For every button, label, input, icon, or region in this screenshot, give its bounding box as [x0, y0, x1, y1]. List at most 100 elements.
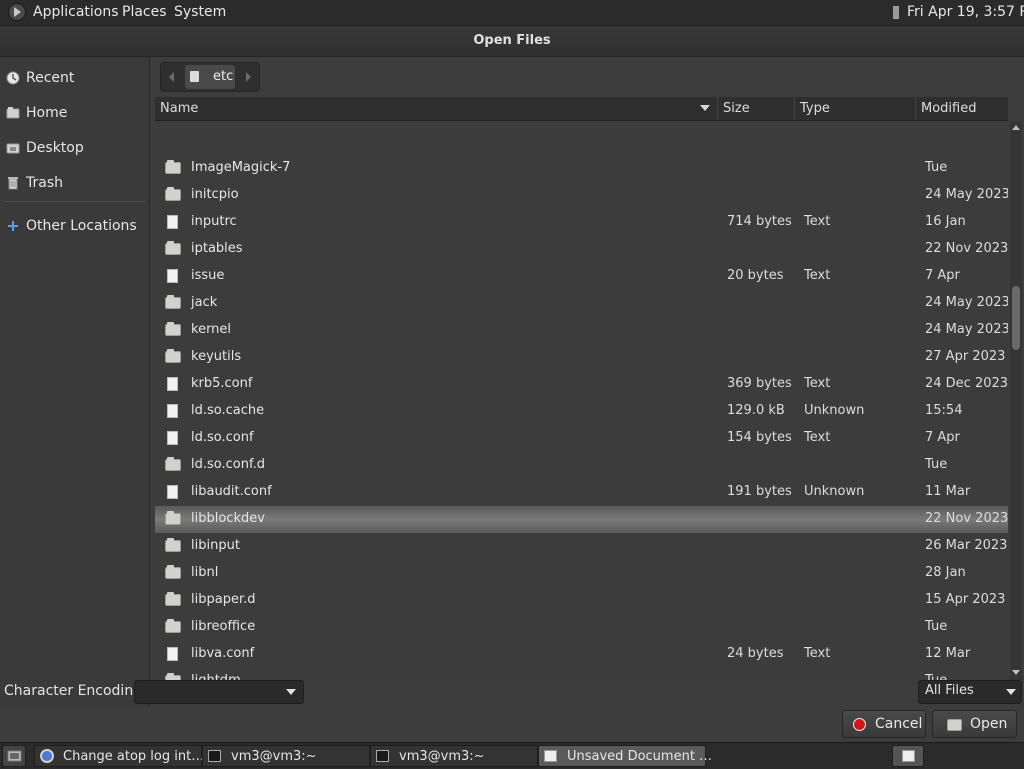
- cancel-button[interactable]: Cancel: [842, 710, 926, 738]
- file-row[interactable]: initcpio 24 May 2023: [155, 182, 1008, 209]
- file-icon: [167, 647, 178, 661]
- file-size: 24 bytes: [727, 646, 784, 661]
- path-segment-etc[interactable]: etc: [185, 65, 235, 89]
- taskbar-item-terminal-1[interactable]: vm3@vm3:~: [202, 745, 370, 767]
- taskbar-item-text-editor[interactable]: Unsaved Document …: [538, 745, 712, 767]
- top-panel: Applications Places System Fri Apr 19, 3…: [0, 0, 1024, 26]
- path-forward-button[interactable]: [237, 63, 259, 91]
- scroll-down-icon[interactable]: [1012, 670, 1020, 675]
- file-modified: 24 Dec 2023: [925, 376, 1008, 391]
- file-row[interactable]: libblockdev 22 Nov 2023: [155, 506, 1008, 533]
- file-size: 129.0 kB: [727, 403, 785, 418]
- file-name: libinput: [191, 538, 240, 553]
- file-icon: [167, 377, 178, 391]
- file-modified: 15:54: [925, 403, 963, 418]
- taskbar-item-terminal-2[interactable]: vm3@vm3:~: [370, 745, 538, 767]
- taskbar-item-label: Unsaved Document …: [567, 749, 713, 764]
- sidebar-item-trash[interactable]: Trash: [0, 168, 149, 198]
- file-row[interactable]: lightdm Tue: [155, 668, 1008, 680]
- file-name: ld.so.conf.d: [191, 457, 265, 472]
- column-size[interactable]: Size: [718, 97, 795, 120]
- column-type[interactable]: Type: [795, 97, 916, 120]
- show-desktop-button[interactable]: [2, 745, 26, 767]
- file-name: iptables: [191, 241, 243, 256]
- file-name: ld.so.conf: [191, 430, 254, 445]
- file-type: Text: [804, 214, 831, 229]
- scroll-up-icon[interactable]: [1012, 125, 1020, 130]
- character-encoding-select[interactable]: [134, 680, 304, 704]
- file-row[interactable]: libnl 28 Jan: [155, 560, 1008, 587]
- file-row[interactable]: ld.so.conf.d Tue: [155, 452, 1008, 479]
- menu-system[interactable]: System: [174, 4, 226, 20]
- file-list-scrollbar[interactable]: [1010, 121, 1022, 680]
- file-row[interactable]: ld.so.cache 129.0 kB Unknown 15:54: [155, 398, 1008, 425]
- taskbar: Change atop log int… vm3@vm3:~ vm3@vm3:~…: [0, 742, 1024, 769]
- file-row[interactable]: krb5.conf 369 bytes Text 24 Dec 2023: [155, 371, 1008, 398]
- sidebar-item-desktop[interactable]: Desktop: [0, 133, 149, 163]
- scroll-thumb[interactable]: [1012, 286, 1020, 350]
- sidebar-item-other-locations[interactable]: Other Locations: [0, 211, 149, 241]
- file-modified: 12 Mar: [925, 646, 971, 661]
- file-icon: [167, 215, 178, 229]
- file-name: libreoffice: [191, 619, 256, 634]
- open-button[interactable]: Open: [932, 710, 1017, 738]
- file-row[interactable]: libreoffice Tue: [155, 614, 1008, 641]
- places-sidebar: Recent Home Desktop Trash Other Location…: [0, 57, 150, 707]
- menu-applications[interactable]: Applications: [33, 4, 119, 20]
- file-type-filter-value: All Files: [925, 683, 974, 698]
- folder-icon: [165, 511, 181, 525]
- taskbar-item-label: Change atop log int…: [63, 749, 205, 764]
- file-row[interactable]: iptables 22 Nov 2023: [155, 236, 1008, 263]
- dialog-title[interactable]: Open Files: [0, 26, 1024, 57]
- file-name: inputrc: [191, 214, 237, 229]
- file-name: issue: [191, 268, 225, 283]
- panel-handle-icon: [893, 6, 899, 19]
- folder-icon: [165, 538, 181, 552]
- column-modified[interactable]: Modified: [916, 97, 1008, 120]
- sidebar-item-label: Trash: [26, 175, 63, 191]
- file-modified: 22 Nov 2023: [925, 511, 1008, 526]
- file-row[interactable]: keyutils 27 Apr 2023: [155, 344, 1008, 371]
- file-icon: [167, 269, 178, 283]
- file-name: libpaper.d: [191, 592, 256, 607]
- file-modified: 22 Nov 2023: [925, 241, 1008, 256]
- file-row[interactable]: issue 20 bytes Text 7 Apr: [155, 263, 1008, 290]
- file-modified: 24 May 2023: [925, 187, 1008, 202]
- file-name: ImageMagick-7: [191, 160, 291, 175]
- path-bar: etc: [160, 62, 260, 92]
- file-row[interactable]: ld.so.conf 154 bytes Text 7 Apr: [155, 425, 1008, 452]
- file-row[interactable]: libva.conf 24 bytes Text 12 Mar: [155, 641, 1008, 668]
- file-row[interactable]: libinput 26 Mar 2023: [155, 533, 1008, 560]
- file-name: libblockdev: [191, 511, 265, 526]
- file-row[interactable]: kernel 24 May 2023: [155, 317, 1008, 344]
- taskbar-item-browser[interactable]: Change atop log int…: [34, 745, 205, 767]
- sort-descending-icon: [700, 105, 710, 111]
- terminal-icon: [208, 750, 221, 762]
- file-icon: [167, 485, 178, 499]
- distro-logo-icon[interactable]: [8, 3, 26, 21]
- column-modified-label: Modified: [921, 101, 977, 116]
- file-size: 20 bytes: [727, 268, 784, 283]
- file-row[interactable]: jack 24 May 2023: [155, 290, 1008, 317]
- path-back-button[interactable]: [161, 63, 183, 91]
- file-name: libnl: [191, 565, 219, 580]
- file-row[interactable]: ImageMagick-7 Tue: [155, 155, 1008, 182]
- cancel-icon: [853, 718, 866, 731]
- file-size: 191 bytes: [727, 484, 792, 499]
- file-row[interactable]: libaudit.conf 191 bytes Unknown 11 Mar: [155, 479, 1008, 506]
- sidebar-item-label: Other Locations: [26, 218, 137, 234]
- file-name: lightdm: [191, 673, 241, 680]
- file-row[interactable]: inputrc 714 bytes Text 16 Jan: [155, 209, 1008, 236]
- sidebar-item-home[interactable]: Home: [0, 98, 149, 128]
- chevron-right-icon: [246, 72, 251, 82]
- folder-icon: [165, 187, 181, 201]
- workspace-switcher[interactable]: [892, 745, 924, 767]
- file-modified: 28 Jan: [925, 565, 966, 580]
- menu-places[interactable]: Places: [122, 4, 167, 20]
- clock[interactable]: Fri Apr 19, 3:57 PM: [907, 4, 1024, 20]
- file-list[interactable]: ImageMagick-7 Tue initcpio 24 May 2023 input…: [155, 121, 1008, 680]
- file-row[interactable]: libpaper.d 15 Apr 2023: [155, 587, 1008, 614]
- column-name[interactable]: Name: [155, 97, 718, 120]
- file-type-filter-select[interactable]: All Files: [918, 680, 1022, 704]
- sidebar-item-recent[interactable]: Recent: [0, 63, 149, 93]
